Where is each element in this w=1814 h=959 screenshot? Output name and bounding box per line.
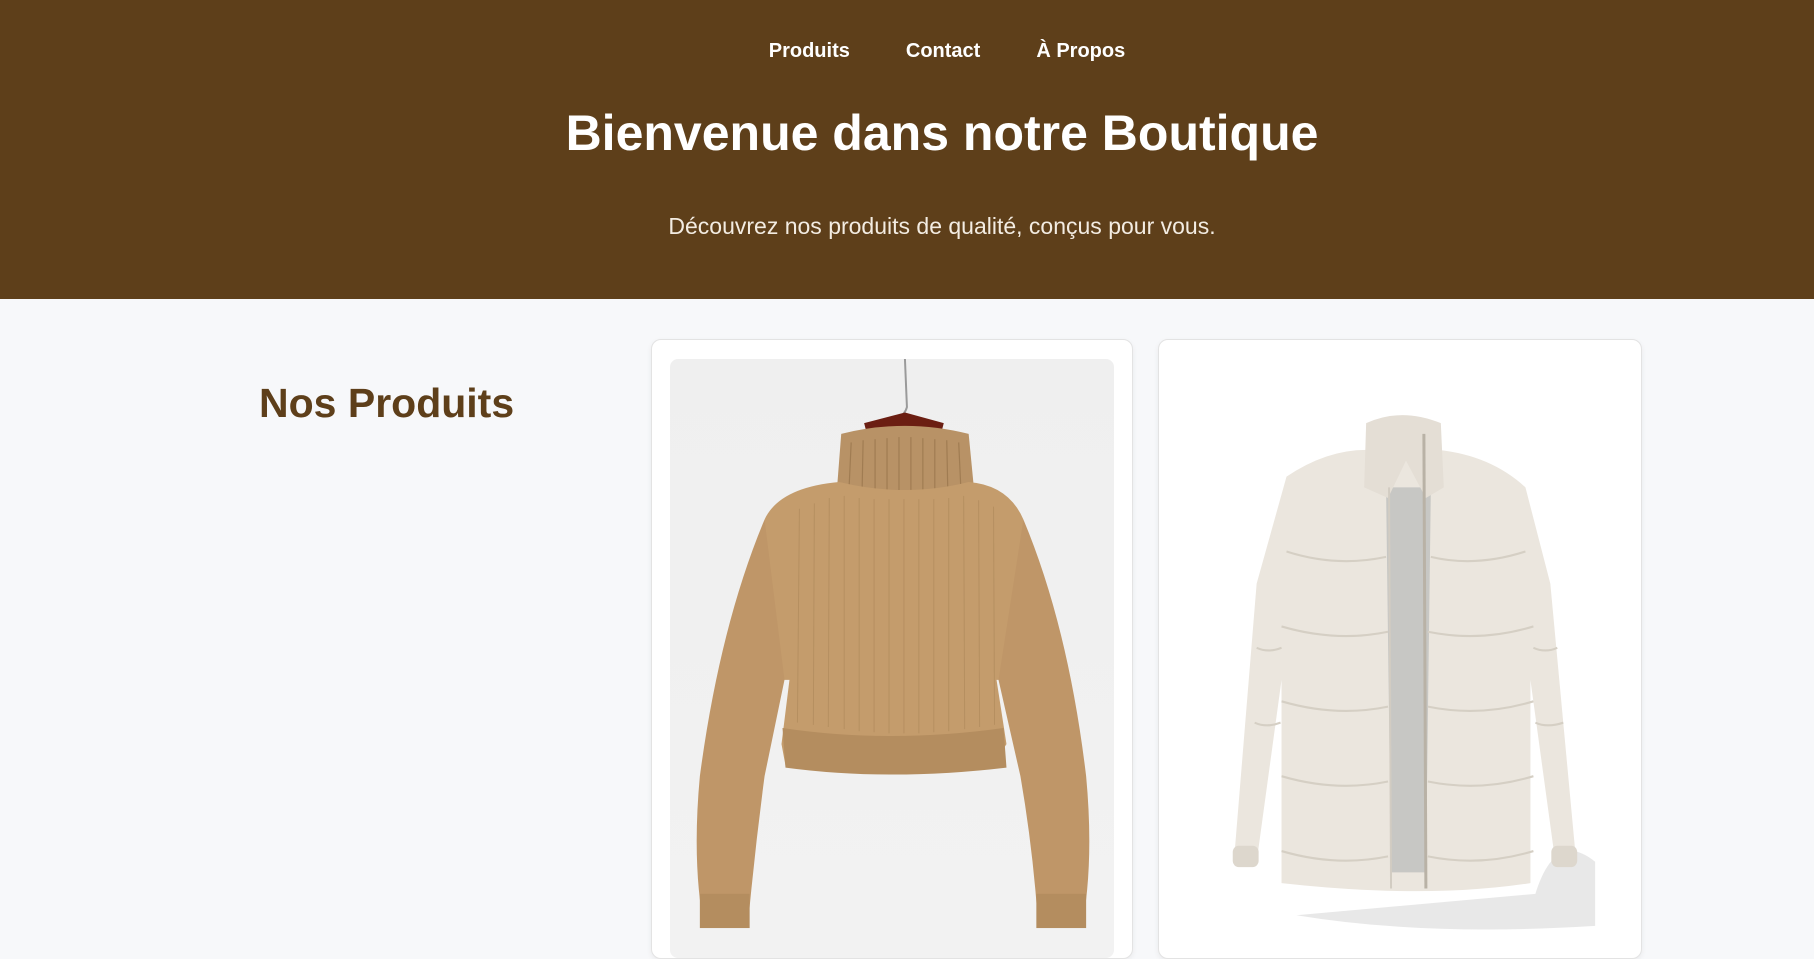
product-card[interactable]: [1158, 339, 1642, 959]
products-heading: Nos Produits: [259, 380, 515, 426]
sweater-image: [670, 359, 1114, 958]
main-nav: Produits Contact À Propos: [0, 40, 1814, 63]
nav-link-contact[interactable]: Contact: [906, 40, 980, 63]
puffer-jacket-image: [1177, 359, 1623, 958]
nav-link-a-propos[interactable]: À Propos: [1036, 40, 1125, 63]
product-card[interactable]: [651, 339, 1133, 959]
hero-title: Bienvenue dans notre Boutique: [565, 105, 1319, 161]
nav-link-produits[interactable]: Produits: [769, 40, 850, 63]
site-header: Produits Contact À Propos Bienvenue dans…: [0, 0, 1814, 299]
hero-subtitle: Découvrez nos produits de qualité, conçu…: [668, 213, 1216, 239]
